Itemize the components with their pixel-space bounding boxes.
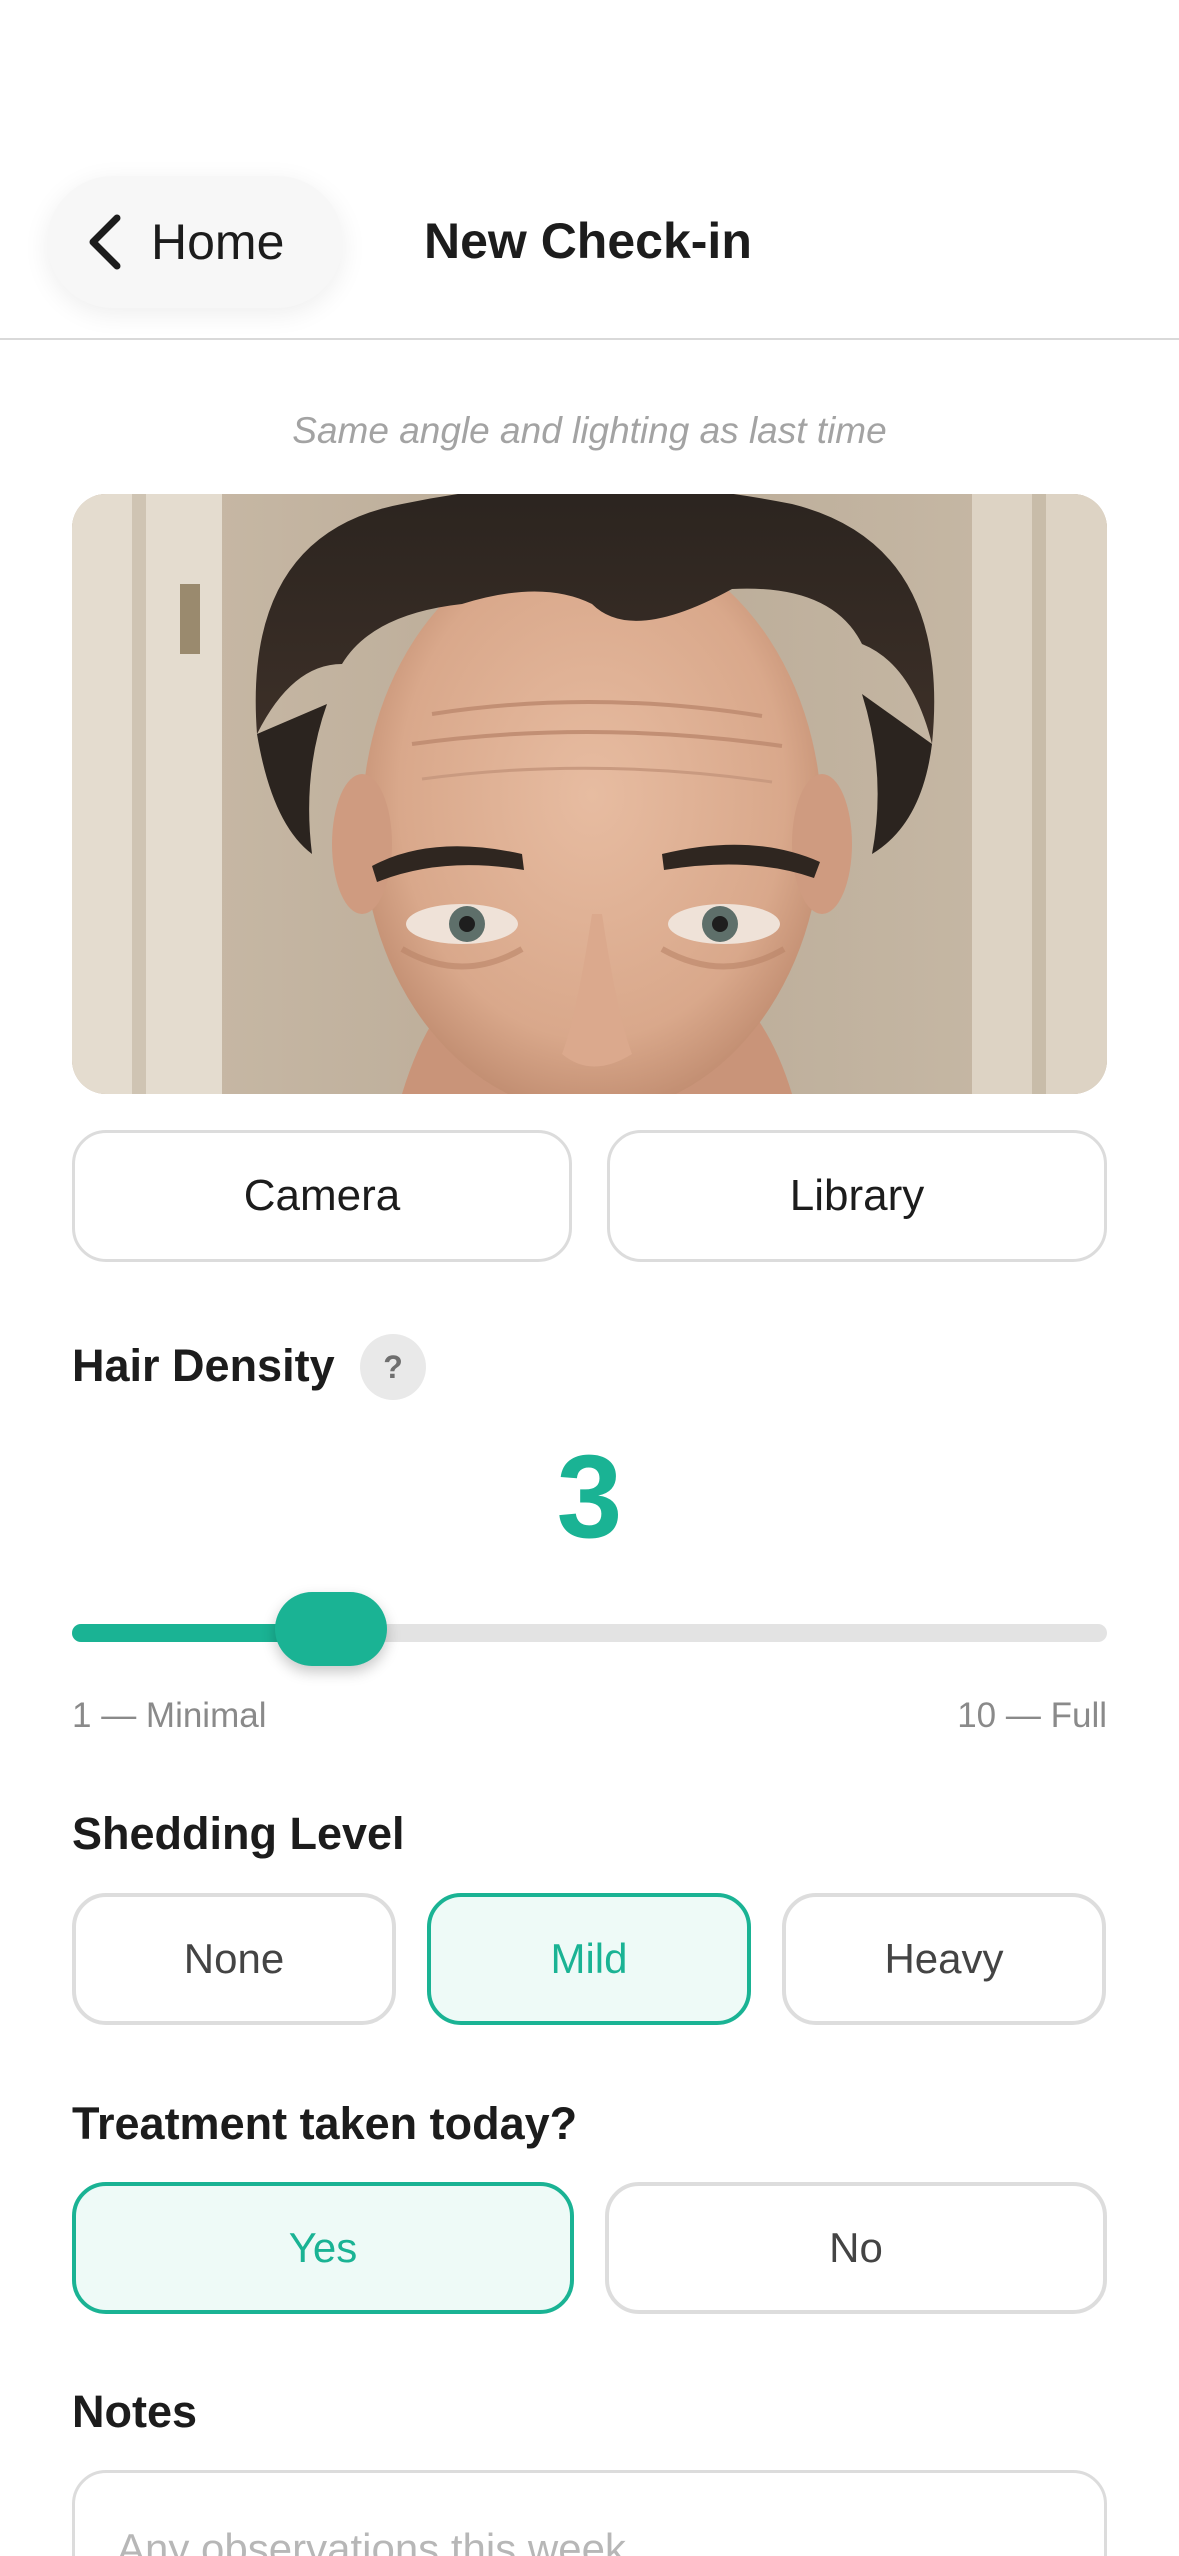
help-icon[interactable]: ? [360,1334,426,1400]
navigation-header: Home New Check-in [0,0,1179,340]
chevron-left-icon [89,214,121,270]
shedding-level-label: Shedding Level [72,1808,405,1859]
library-button[interactable]: Library [607,1130,1107,1262]
photo-hint: Same angle and lighting as last time [292,410,887,451]
slider-min-label: 1 — Minimal [72,1696,267,1735]
hair-density-label: Hair Density [72,1340,335,1391]
back-button-label: Home [151,214,285,270]
treatment-option-no[interactable]: No [605,2182,1107,2314]
notes-label: Notes [72,2386,198,2437]
shedding-option-heavy[interactable]: Heavy [782,1893,1106,2025]
slider-thumb[interactable] [274,1592,387,1666]
hair-density-value: 3 [556,1431,623,1563]
face-photo-image [72,494,1107,1094]
treatment-option-yes[interactable]: Yes [72,2182,574,2314]
shedding-option-mild[interactable]: Mild [427,1893,751,2025]
shedding-option-none[interactable]: None [72,1893,396,2025]
page-title: New Check-in [424,213,752,269]
checkin-photo [72,494,1107,1094]
camera-button[interactable]: Camera [72,1130,572,1262]
back-button[interactable]: Home [47,176,343,308]
hair-density-slider[interactable] [72,1592,1107,1666]
slider-max-label: 10 — Full [957,1696,1107,1735]
notes-field[interactable] [72,2470,1107,2556]
treatment-label: Treatment taken today? [72,2098,578,2149]
